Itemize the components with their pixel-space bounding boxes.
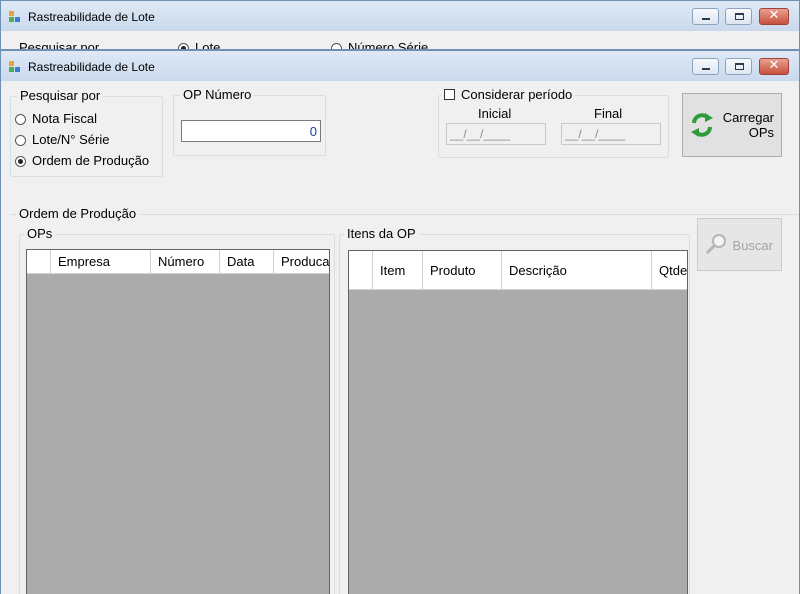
radio-ordem-producao[interactable]: Ordem de Produção [15, 153, 149, 171]
itens-col-qtde[interactable]: Qtde. [652, 251, 687, 289]
op-numero-value: 0 [309, 124, 317, 139]
radio-nota-fiscal-circle[interactable] [15, 114, 26, 125]
carregar-ops-label: Carregar OPs [723, 110, 774, 140]
periodo-group: Considerar período Inicial Final __/__/_… [438, 87, 669, 158]
background-minimize-button[interactable] [692, 8, 719, 25]
buscar-label: Buscar [732, 238, 773, 253]
op-numero-label: OP Número [180, 87, 255, 102]
radio-lote-serie[interactable]: Lote/N° Série [15, 132, 109, 150]
radio-nota-fiscal-label: Nota Fiscal [32, 111, 98, 126]
background-window-title: Rastreabilidade de Lote [28, 10, 155, 24]
maximize-icon [735, 63, 744, 70]
ops-col-numero[interactable]: Número [151, 250, 220, 273]
background-peek-content: Pesquisar por Lote Número Série [1, 31, 799, 50]
radio-lote-serie-circle[interactable] [15, 135, 26, 146]
buscar-button[interactable]: Buscar [697, 218, 782, 271]
radio-nota-fiscal[interactable]: Nota Fiscal [15, 111, 97, 129]
data-final-input[interactable]: __/__/____ [561, 123, 661, 145]
ops-col-producao[interactable]: Produca [274, 250, 329, 273]
window-title: Rastreabilidade de Lote [28, 60, 155, 74]
background-window: Rastreabilidade de Lote ✕ Pesquisar por … [0, 0, 800, 50]
carregar-ops-button[interactable]: Carregar OPs [682, 93, 782, 157]
app-icon [9, 11, 21, 23]
data-inicial-input[interactable]: __/__/____ [446, 123, 546, 145]
ops-grid[interactable]: Empresa Número Data Produca [26, 249, 330, 594]
background-titlebar: Rastreabilidade de Lote ✕ [1, 1, 799, 31]
close-button[interactable]: ✕ [759, 58, 789, 75]
ordem-producao-label: Ordem de Produção [16, 206, 140, 221]
radio-ordem-producao-circle[interactable] [15, 156, 26, 167]
minimize-icon [702, 68, 710, 70]
itens-col-item[interactable]: Item [373, 251, 423, 289]
radio-lote-serie-label: Lote/N° Série [32, 132, 110, 147]
ops-label: OPs [24, 226, 56, 241]
itens-op-grid-header: Item Produto Descrição Qtde. [349, 251, 687, 290]
itens-row-header-cell [349, 251, 373, 289]
background-radio-numero-serie[interactable]: Número Série [331, 40, 428, 49]
background-search-label: Pesquisar por [19, 40, 100, 50]
background-maximize-button[interactable] [725, 8, 752, 25]
ops-col-empresa[interactable]: Empresa [51, 250, 151, 273]
final-label: Final [594, 106, 623, 121]
data-final-value: __/__/____ [565, 127, 626, 141]
op-numero-group: OP Número 0 [173, 87, 326, 156]
radio-ordem-producao-label: Ordem de Produção [32, 153, 150, 168]
main-window: Rastreabilidade de Lote ✕ Pesquisar por … [0, 50, 800, 594]
carregar-label-line2: OPs [748, 125, 774, 140]
ops-row-header-cell [27, 250, 51, 273]
app-icon [9, 61, 21, 73]
ops-group: OPs Empresa Número Data Produca [19, 226, 335, 594]
inicial-label: Inicial [478, 106, 512, 121]
refresh-arrows-icon [688, 111, 716, 139]
close-icon: ✕ [768, 58, 780, 73]
itens-col-descricao[interactable]: Descrição [502, 251, 652, 289]
title-bar: Rastreabilidade de Lote ✕ [1, 51, 799, 81]
pesquisar-por-label: Pesquisar por [17, 88, 104, 103]
itens-op-group: Itens da OP Item Produto Descrição Qtde. [339, 226, 690, 594]
background-close-button[interactable]: ✕ [759, 8, 789, 25]
carregar-label-line1: Carregar [722, 110, 774, 125]
op-numero-input[interactable]: 0 [181, 120, 321, 142]
itens-col-produto[interactable]: Produto [423, 251, 502, 289]
ops-grid-header: Empresa Número Data Produca [27, 250, 329, 274]
considerar-periodo-label: Considerar período [461, 87, 573, 102]
data-inicial-value: __/__/____ [450, 127, 511, 141]
pesquisar-por-group: Pesquisar por Nota Fiscal Lote/N° Série … [10, 88, 163, 177]
magnifier-icon [705, 232, 729, 256]
considerar-periodo-box[interactable] [444, 89, 455, 100]
considerar-periodo-checkbox[interactable]: Considerar período [441, 87, 576, 102]
minimize-button[interactable] [692, 58, 719, 75]
itens-op-grid[interactable]: Item Produto Descrição Qtde. [348, 250, 688, 594]
ops-col-data[interactable]: Data [220, 250, 274, 273]
maximize-button[interactable] [725, 58, 752, 75]
itens-op-label: Itens da OP [344, 226, 419, 241]
background-radio-lote[interactable]: Lote [178, 40, 220, 49]
